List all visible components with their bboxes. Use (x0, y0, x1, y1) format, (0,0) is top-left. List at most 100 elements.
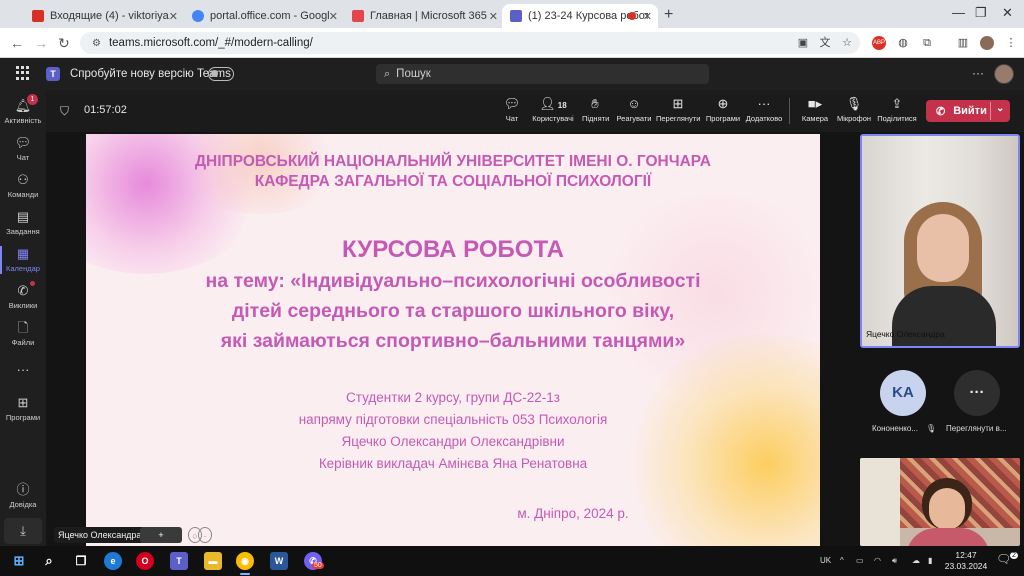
raise-label: Підняти (582, 114, 610, 123)
site-info-icon[interactable]: ⚙ (92, 38, 101, 49)
more-actions-button[interactable]: ··· Додатково (744, 96, 784, 123)
microphone-icon: 🎙︎ (845, 96, 863, 111)
maximize-icon[interactable]: ❐ (975, 5, 987, 21)
address-bar[interactable]: ⚙ teams.microsoft.com/_#/modern-calling/ (80, 32, 860, 54)
notifications-icon[interactable]: 🗨︎ (996, 552, 1011, 566)
slide-info-line: Студентки 2 курсу, групи ДС-22-1з (346, 390, 560, 405)
phone-icon: ✆ (17, 283, 29, 298)
network-icon[interactable]: ▭ (856, 556, 864, 565)
apps-icon: ⊞ (17, 395, 29, 410)
clock-date: 23.03.2024 (944, 561, 988, 571)
chat-button[interactable]: 💬︎ Чат (502, 96, 522, 123)
video-background (860, 458, 900, 546)
participant-avatar-ka[interactable]: KA (880, 370, 926, 416)
view-all-button[interactable]: ··· (954, 370, 1000, 416)
slide-zoom-in-button[interactable]: + (140, 527, 182, 543)
video-person-face (929, 488, 965, 530)
windows-start-icon[interactable]: ⊞ (10, 552, 28, 570)
leave-label: Вийти (953, 105, 987, 117)
rail-assignments[interactable]: ▤ Завдання (0, 209, 46, 236)
translate-icon[interactable]: 文 (818, 36, 832, 50)
close-icon[interactable]: ✕ (329, 10, 338, 23)
app-launcher-icon[interactable] (16, 66, 30, 80)
bookmark-star-icon[interactable]: ☆ (840, 36, 854, 50)
reload-icon[interactable]: ↻ (58, 35, 70, 52)
apps-button[interactable]: ⊕ Програми (704, 96, 742, 123)
forward-icon[interactable]: → (34, 35, 48, 51)
search-input[interactable]: ⌕ Пошук (376, 64, 709, 84)
adblock-icon[interactable]: ABP (872, 36, 886, 50)
new-tab-button[interactable]: + (664, 6, 673, 24)
raise-hand-button[interactable]: ✋︎ Підняти (582, 96, 610, 123)
tab-teams[interactable]: (1) 23-24 Курсова робота ✕ (502, 4, 658, 28)
phone-hangup-icon: ✆ (936, 105, 946, 118)
close-icon[interactable]: ✕ (169, 10, 178, 23)
search-placeholder: Пошук (396, 68, 431, 80)
file-explorer-icon[interactable]: ▬ (204, 552, 222, 570)
minimize-icon[interactable]: — (952, 5, 965, 20)
rail-calendar[interactable]: ▦ Календар (0, 246, 46, 274)
battery-icon[interactable]: ▮ (928, 556, 932, 565)
slide-title: КУРСОВА РОБОТА (342, 236, 564, 263)
extension-globe-icon[interactable]: ◍ (896, 36, 910, 50)
opera-icon[interactable]: O (136, 552, 154, 570)
download-icon[interactable]: ⤓ (4, 518, 42, 544)
avatar[interactable] (994, 64, 1014, 84)
camera-permission-icon[interactable]: ▣ (796, 36, 810, 50)
onedrive-icon[interactable]: ☁ (912, 556, 920, 565)
participant-video[interactable] (860, 458, 1020, 546)
search-icon: ⌕ (384, 67, 391, 80)
rail-more[interactable]: ··· (0, 362, 46, 378)
people-count: 18 (557, 101, 567, 110)
settings-more-button[interactable]: ··· (972, 66, 984, 80)
tab-gmail[interactable]: Входящие (4) - viktoriya.lazaren ✕ (24, 4, 184, 28)
slide-topic-line: які займаються спортивно–бальними танцям… (220, 330, 686, 352)
close-icon[interactable]: ✕ (643, 10, 652, 23)
extensions-puzzle-icon[interactable]: ⧉ (920, 36, 934, 50)
tab-google-search[interactable]: portal.office.com - Google Search ✕ (184, 4, 344, 28)
camera-button[interactable]: ■▸ Камера (800, 96, 830, 123)
chrome-icon[interactable]: ◉ (236, 552, 254, 575)
volume-icon[interactable]: 🔊︎ (892, 556, 897, 566)
rail-activity[interactable]: 🔔︎ 1 Активність (0, 94, 46, 125)
close-icon[interactable]: ✕ (489, 10, 498, 23)
side-panel-icon[interactable]: ▥ (956, 36, 970, 50)
tray-chevron-icon[interactable]: ^ (840, 556, 844, 565)
assignments-icon: ▤ (16, 209, 30, 224)
rail-label: Команди (7, 190, 39, 199)
view-button[interactable]: ⊞ Переглянути (656, 96, 700, 123)
rail-chat[interactable]: 💬︎ Чат (0, 135, 46, 162)
search-icon[interactable]: ⌕ (40, 552, 58, 570)
react-button[interactable]: ☺ Реагувати (616, 96, 652, 123)
slide-info-line: Яцечко Олександри Олександрівни (341, 434, 565, 449)
wifi-icon[interactable]: ◠ (874, 556, 881, 565)
window-close-icon[interactable]: ✕ (1002, 5, 1013, 21)
chevron-down-icon[interactable]: ⌄ (996, 103, 1004, 114)
people-button[interactable]: 👤︎ 18 Користувачі (532, 96, 574, 123)
browser-menu-icon[interactable]: ⋮ (1004, 36, 1018, 50)
edge-icon[interactable]: e (104, 552, 122, 570)
more-label: Додатково (745, 114, 783, 123)
system-clock[interactable]: 12:47 23.03.2024 (944, 550, 988, 572)
slide-more-icon[interactable]: · (198, 527, 212, 543)
rail-files[interactable]: 🗋︎ Файли (0, 320, 46, 347)
new-teams-toggle[interactable] (208, 67, 234, 81)
rail-apps[interactable]: ⊞ Програми (0, 395, 46, 422)
task-view-icon[interactable]: ❒ (72, 552, 90, 570)
microphone-button[interactable]: 🎙︎ Мікрофон (836, 96, 872, 123)
word-icon[interactable]: W (270, 552, 288, 570)
participant-video-pinned[interactable]: Яцечко Олександра (860, 134, 1020, 348)
rail-teams[interactable]: ⚇ Команди (0, 172, 46, 199)
back-icon[interactable]: ← (10, 35, 24, 51)
rail-help[interactable]: ⓘ Довідка (0, 482, 46, 509)
keyboard-language[interactable]: UK (820, 556, 831, 565)
tab-microsoft365[interactable]: Главная | Microsoft 365 ✕ (344, 4, 504, 28)
leave-button[interactable]: ✆ Вийти ⌄ (926, 100, 1010, 122)
teams-icon[interactable]: T (170, 552, 188, 570)
tab-title: portal.office.com - Google Search (210, 10, 330, 22)
profile-avatar[interactable] (980, 36, 994, 50)
rail-calls[interactable]: ✆ Виклики (0, 281, 46, 310)
url-text: teams.microsoft.com/_#/modern-calling/ (108, 37, 313, 49)
share-button[interactable]: ⇪ Поділитися (876, 96, 918, 123)
browser-toolbar: ← → ↻ ⚙ teams.microsoft.com/_#/modern-ca… (0, 28, 1024, 58)
